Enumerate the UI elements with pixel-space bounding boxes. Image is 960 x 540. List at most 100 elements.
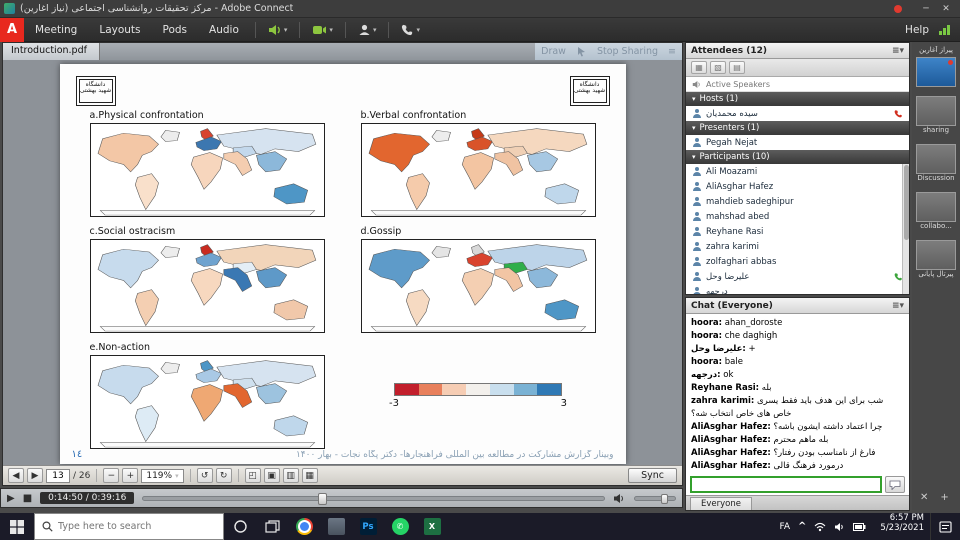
- seek-slider[interactable]: [142, 496, 605, 501]
- volume-handle[interactable]: [661, 494, 668, 504]
- language-indicator[interactable]: FA: [780, 522, 791, 532]
- chat-input[interactable]: [690, 476, 882, 493]
- attendee-row[interactable]: Ali Moazami: [686, 164, 909, 179]
- webcam-button[interactable]: ▾: [305, 18, 340, 42]
- select-tool-button[interactable]: ◰: [245, 468, 261, 483]
- hosts-group-header[interactable]: ▾Hosts (1): [686, 92, 909, 106]
- pod-thumbnail-sharing[interactable]: sharing: [912, 94, 960, 135]
- next-page-button[interactable]: ▶: [27, 468, 43, 483]
- chat-text: bale: [725, 357, 743, 367]
- pod-menu-icon[interactable]: ≡: [668, 46, 676, 57]
- phone-button[interactable]: ▾: [394, 18, 427, 42]
- draw-button[interactable]: Draw: [541, 46, 566, 57]
- whatsapp-taskbar-button[interactable]: ✆: [384, 513, 416, 540]
- attendees-scrollbar[interactable]: [902, 164, 909, 294]
- attendee-row[interactable]: zolfaghari abbas: [686, 254, 909, 269]
- pod-thumbnail-final[interactable]: پیرتال پایانی: [912, 238, 960, 279]
- attendee-name: علیرضا وحل: [706, 272, 749, 282]
- play-button[interactable]: ▶: [7, 493, 15, 504]
- attendee-row[interactable]: zahra karimi: [686, 239, 909, 254]
- cortana-button[interactable]: [224, 513, 256, 540]
- minimize-button[interactable]: ─: [916, 4, 936, 14]
- taskbar-clock[interactable]: 6:57 PM 5/23/2021: [874, 513, 930, 540]
- search-input[interactable]: [58, 521, 198, 532]
- menu-meeting[interactable]: Meeting: [24, 18, 88, 42]
- close-icon[interactable]: ✕: [920, 492, 928, 503]
- battery-icon[interactable]: [853, 523, 866, 531]
- chat-message: hoora: ahan_doroste: [691, 317, 904, 330]
- send-message-button[interactable]: [885, 476, 905, 493]
- share-tab-introduction-pdf[interactable]: Introduction.pdf: [3, 43, 100, 60]
- thumbnail-image[interactable]: [916, 144, 956, 174]
- action-center-button[interactable]: [930, 513, 960, 540]
- chat-text: درمورد فرهنگ قالی: [773, 461, 843, 471]
- task-view-button[interactable]: [256, 513, 288, 540]
- start-button[interactable]: [0, 513, 34, 540]
- attendee-row[interactable]: علیرضا وحل: [686, 269, 909, 284]
- attendee-row[interactable]: mahshad abed: [686, 209, 909, 224]
- pod-menu-icon[interactable]: ≡▾: [892, 46, 904, 56]
- attendee-row-presenter[interactable]: Pegah Nejat: [686, 135, 909, 150]
- pod-thumbnail-video[interactable]: پیراز آغارین: [912, 46, 960, 87]
- add-icon[interactable]: +: [940, 492, 948, 503]
- attendee-view-split-button[interactable]: ▧: [710, 61, 726, 74]
- attendee-view-grid-button[interactable]: ▦: [691, 61, 707, 74]
- attendees-title: Attendees (12): [691, 46, 767, 56]
- pod-thumbnail-discussion[interactable]: Discussion: [912, 142, 960, 183]
- volume-icon[interactable]: [613, 493, 626, 504]
- close-button[interactable]: ✕: [936, 4, 956, 14]
- participants-group-header[interactable]: ▾Participants (10): [686, 150, 909, 164]
- app-taskbar-button[interactable]: [320, 513, 352, 540]
- chat-message: AliAsghar Hafez: بله ماهم محترم: [691, 434, 904, 447]
- rotate-ccw-button[interactable]: ↺: [197, 468, 213, 483]
- thumbnail-image[interactable]: [916, 192, 956, 222]
- page-number-input[interactable]: [46, 469, 70, 483]
- titlebar: مرکز تحقیقات روانشناسی اجتماعی (نیاز آغا…: [0, 0, 960, 18]
- photoshop-taskbar-button[interactable]: Ps: [352, 513, 384, 540]
- zoom-select[interactable]: 119% ▾: [141, 469, 183, 483]
- pod-menu-icon[interactable]: ≡▾: [892, 301, 904, 311]
- excel-taskbar-button[interactable]: X: [416, 513, 448, 540]
- attendee-view-list-button[interactable]: ▤: [729, 61, 745, 74]
- pointer-icon[interactable]: [576, 46, 587, 57]
- zoom-in-button[interactable]: +: [122, 468, 138, 483]
- speaker-icon[interactable]: [834, 522, 845, 532]
- rotate-cw-button[interactable]: ↻: [216, 468, 232, 483]
- sync-button[interactable]: Sync: [628, 468, 677, 483]
- attendee-row-host[interactable]: سیده محمدیان: [686, 106, 909, 121]
- connection-status-icon[interactable]: [939, 25, 950, 35]
- tray-expand-icon[interactable]: ^: [798, 521, 806, 532]
- attendee-name: zolfaghari abbas: [706, 257, 776, 267]
- taskbar-search[interactable]: [34, 513, 224, 540]
- menu-audio[interactable]: Audio: [198, 18, 250, 42]
- stop-sharing-button[interactable]: Stop Sharing: [597, 46, 658, 57]
- map-label: e.Non-action: [90, 342, 325, 353]
- volume-slider[interactable]: [634, 496, 676, 501]
- video-thumbnail[interactable]: [916, 57, 956, 87]
- presenters-group-header[interactable]: ▾Presenters (1): [686, 121, 909, 135]
- thumbnail-image[interactable]: [916, 96, 956, 126]
- attendee-row[interactable]: AliAsghar Hafez: [686, 179, 909, 194]
- menu-help[interactable]: Help: [895, 24, 939, 36]
- attendee-status-button[interactable]: ▾: [351, 18, 384, 42]
- scrollbar-thumb[interactable]: [904, 165, 909, 240]
- pod-thumbnail-collaboration[interactable]: collabo...: [912, 190, 960, 231]
- wifi-icon[interactable]: [814, 522, 826, 532]
- attendee-row[interactable]: درجهه: [686, 284, 909, 294]
- thumbnail-image[interactable]: [916, 240, 956, 270]
- fit-width-button[interactable]: ▥: [283, 468, 299, 483]
- chat-sender: علیرضا وحل:: [691, 344, 746, 354]
- speaker-button[interactable]: ▾: [261, 18, 295, 42]
- chrome-taskbar-button[interactable]: [288, 513, 320, 540]
- attendee-row[interactable]: Reyhane Rasi: [686, 224, 909, 239]
- attendee-row[interactable]: mahdieb sadeghipur: [686, 194, 909, 209]
- zoom-out-button[interactable]: −: [103, 468, 119, 483]
- seek-handle[interactable]: [318, 493, 327, 505]
- menu-layouts[interactable]: Layouts: [88, 18, 151, 42]
- prev-page-button[interactable]: ◀: [8, 468, 24, 483]
- menu-pods[interactable]: Pods: [152, 18, 199, 42]
- stop-button[interactable]: ■: [23, 493, 32, 504]
- tab-everyone[interactable]: Everyone: [690, 497, 752, 510]
- fit-page-button[interactable]: ▣: [264, 468, 280, 483]
- grid-view-button[interactable]: ▦: [302, 468, 318, 483]
